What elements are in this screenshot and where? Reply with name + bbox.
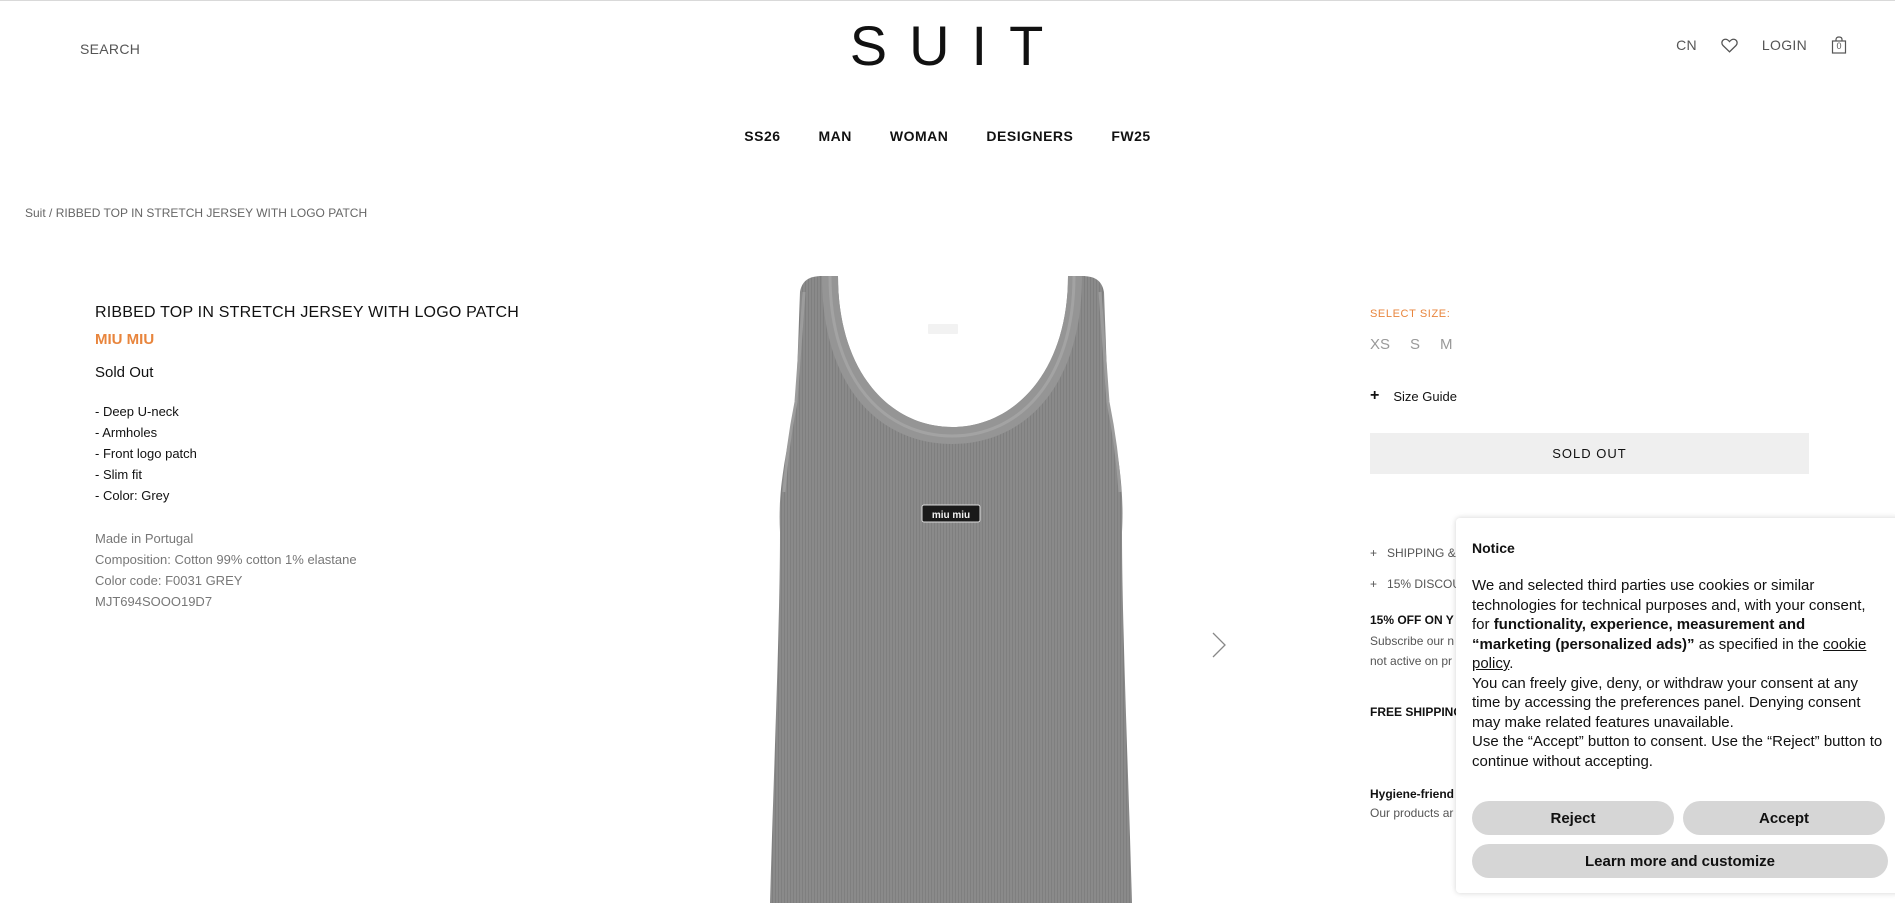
product-status: Sold Out xyxy=(95,364,154,381)
wishlist-heart-icon[interactable] xyxy=(1721,38,1738,53)
breadcrumb-home[interactable]: Suit xyxy=(25,206,46,220)
product-sku: MJT694SOOO19D7 xyxy=(95,594,213,609)
notice-text: We and selected third parties use cookie… xyxy=(1472,576,1885,771)
size-options: XS S M xyxy=(1370,336,1810,353)
nav-item-fw25[interactable]: FW25 xyxy=(1111,128,1150,144)
accordion-label: SHIPPING & xyxy=(1387,546,1456,560)
breadcrumb-separator: / xyxy=(49,206,53,220)
nav-item-woman[interactable]: WOMAN xyxy=(890,128,949,144)
reject-button[interactable]: Reject xyxy=(1472,801,1674,835)
select-size-label: SELECT SIZE: xyxy=(1370,308,1451,320)
plus-icon: + xyxy=(1370,387,1380,404)
nav-item-designers[interactable]: DESIGNERS xyxy=(986,128,1073,144)
size-option-s[interactable]: S xyxy=(1410,336,1420,353)
shopping-bag-icon[interactable]: 0 xyxy=(1831,36,1847,54)
notice-text-p2: You can freely give, deny, or withdraw y… xyxy=(1472,674,1861,731)
made-in: Made in Portugal xyxy=(95,531,194,546)
feature-item: - Deep U-neck xyxy=(95,404,179,419)
main-nav: SS26 MAN WOMAN DESIGNERS FW25 xyxy=(0,128,1895,144)
notice-text-b: as specified in the xyxy=(1694,635,1823,653)
nav-item-ss26[interactable]: SS26 xyxy=(744,128,780,144)
next-image-chevron-right-icon[interactable] xyxy=(1212,632,1226,663)
feature-item: - Color: Grey xyxy=(95,488,170,503)
accept-button[interactable]: Accept xyxy=(1683,801,1885,835)
site-logo[interactable]: SUIT xyxy=(0,16,1895,76)
size-option-m[interactable]: M xyxy=(1440,336,1453,353)
notice-buttons: Reject Accept xyxy=(1472,801,1885,835)
notice-text-p3: Use the “Accept” button to consent. Use … xyxy=(1472,733,1883,770)
feature-item: - Front logo patch xyxy=(95,446,197,461)
login-link[interactable]: LOGIN xyxy=(1762,37,1807,53)
nav-item-man[interactable]: MAN xyxy=(819,128,852,144)
size-guide-label: Size Guide xyxy=(1393,388,1457,404)
plus-icon: + xyxy=(1370,546,1378,560)
product-info: RIBBED TOP IN STRETCH JERSEY WITH LOGO P… xyxy=(95,304,545,612)
product-image[interactable]: miu miu xyxy=(730,262,1180,903)
logo-patch-text: miu miu xyxy=(932,510,970,521)
color-code: Color code: F0031 GREY xyxy=(95,573,243,588)
feature-item: - Slim fit xyxy=(95,467,142,482)
product-brand[interactable]: MIU MIU xyxy=(95,331,545,348)
breadcrumb: Suit / RIBBED TOP IN STRETCH JERSEY WITH… xyxy=(25,206,367,220)
size-guide-toggle[interactable]: + Size Guide xyxy=(1370,387,1810,405)
product-meta: Made in Portugal Composition: Cotton 99%… xyxy=(95,528,545,612)
sold-out-button[interactable]: SOLD OUT xyxy=(1370,433,1809,474)
plus-icon: + xyxy=(1370,577,1378,591)
notice-text-c: . xyxy=(1509,655,1514,672)
top-border xyxy=(0,0,1895,1)
cart-count: 0 xyxy=(1836,41,1842,51)
header-actions: CN LOGIN 0 xyxy=(1676,36,1847,54)
size-option-xs[interactable]: XS xyxy=(1370,336,1390,353)
customize-button[interactable]: Learn more and customize xyxy=(1472,844,1888,878)
composition: Composition: Cotton 99% cotton 1% elasta… xyxy=(95,552,357,567)
accordion-label: 15% DISCOU xyxy=(1387,577,1462,591)
language-switch[interactable]: CN xyxy=(1676,37,1697,53)
notice-title: Notice xyxy=(1472,540,1515,556)
breadcrumb-current: RIBBED TOP IN STRETCH JERSEY WITH LOGO P… xyxy=(55,206,368,220)
cookie-notice: Notice We and selected third parties use… xyxy=(1456,518,1895,893)
tank-top-body xyxy=(770,276,1132,903)
feature-item: - Armholes xyxy=(95,425,158,440)
feature-list: - Deep U-neck - Armholes - Front logo pa… xyxy=(95,401,545,506)
product-title: RIBBED TOP IN STRETCH JERSEY WITH LOGO P… xyxy=(95,304,519,321)
